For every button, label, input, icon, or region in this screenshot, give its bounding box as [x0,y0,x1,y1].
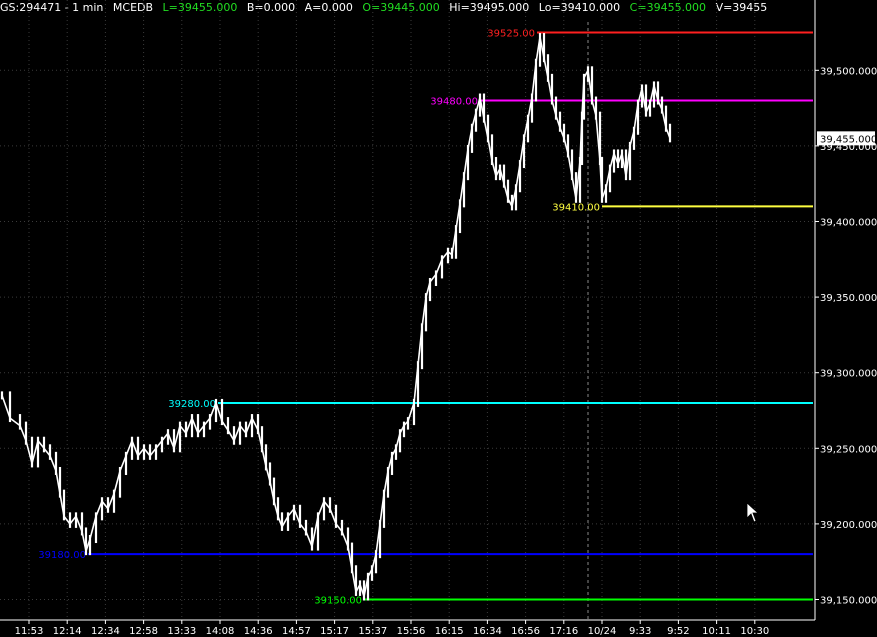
x-tick-label: 15:17 [320,626,349,637]
series-layer [0,33,672,601]
y-tick-label: 39,300.000 [820,369,877,380]
x-tick-label: 12:14 [53,626,82,637]
x-tick-label: 9:52 [667,626,689,637]
x-tick-label: 17:16 [549,626,578,637]
x-tick-label: 12:34 [91,626,120,637]
x-tick-label: 10/24 [588,626,617,637]
x-tick-label: 14:57 [282,626,311,637]
y-tick-label: 39,250.000 [820,444,877,455]
y-axis: 39,150.000 39,200.000 39,250.000 39,300.000… [815,66,877,607]
level-label: 39280.00 [168,399,216,410]
level-label: 39410.00 [552,202,600,213]
x-tick-label: 16:15 [435,626,464,637]
y-tick-label: 39,400.000 [820,218,877,229]
x-tick-label: 10:11 [702,626,731,637]
price-chart[interactable]: 39525.00 39480.00 39410.00 39280.00 39180.00… [0,0,877,637]
level-label: 39480.00 [430,97,478,108]
level-label: 39525.00 [487,29,535,40]
x-tick-label: 16:56 [511,626,540,637]
x-tick-label: 14:36 [244,626,273,637]
grid-layer [0,0,815,620]
x-tick-label: 10:30 [740,626,769,637]
x-tick-label: 12:58 [129,626,158,637]
y-tick-label: 39,200.000 [820,520,877,531]
level-label: 39180.00 [38,550,86,561]
x-tick-label: 14:08 [206,626,235,637]
x-tick-label: 11:53 [15,626,44,637]
x-tick-label: 13:33 [167,626,196,637]
y-tick-label: 39,150.000 [820,596,877,607]
x-tick-label: 15:37 [358,626,387,637]
mouse-cursor-icon [746,502,760,523]
y-tick-label: 39,500.000 [820,66,877,77]
x-axis: 11:53 12:14 12:34 12:58 13:33 14:08 14:36 14:57… [15,620,769,637]
x-tick-label: 16:34 [473,626,502,637]
level-label: 39150.00 [314,596,362,607]
y-tick-label: 39,350.000 [820,293,877,304]
x-tick-label: 9:33 [629,626,651,637]
x-tick-label: 15:56 [397,626,426,637]
last-price-label: 39,455.000 [820,134,877,145]
